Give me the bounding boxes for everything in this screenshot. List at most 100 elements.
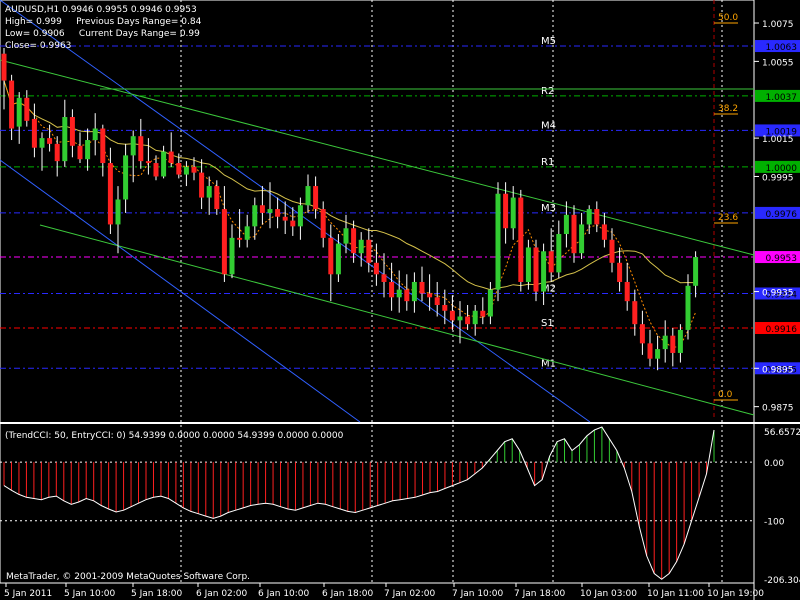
candle-body (533, 247, 539, 292)
candle-body (259, 205, 265, 213)
candle-body (449, 310, 455, 321)
candle-body (313, 186, 319, 210)
candle-body (252, 205, 258, 227)
price-tick-label: 0.9995 (762, 173, 794, 183)
chart-window: M5 1.0063 R2 1.0037 M4 1.0019 R1 1.0000 M3 0.9976… (0, 0, 800, 600)
candle-body (62, 117, 68, 162)
candle-body (206, 186, 212, 198)
pivot-label: S1 (541, 318, 554, 329)
candle-body (115, 199, 121, 225)
candle-body (647, 343, 653, 359)
time-tick-label: 5 Jan 10:00 (64, 589, 116, 599)
candle-body (107, 163, 113, 225)
candle-body (145, 161, 151, 164)
candle-body (335, 243, 341, 275)
candle-body (237, 237, 243, 240)
candle-body (579, 224, 585, 254)
candle-body (411, 281, 417, 302)
candle-body (685, 285, 691, 330)
cci-axis-label: -206.304 (764, 576, 800, 586)
candle-body (472, 310, 478, 325)
candle-body (9, 80, 15, 129)
candle-body (214, 186, 220, 210)
candle-body (503, 193, 509, 229)
candle-body (632, 301, 638, 325)
candle-body (434, 297, 440, 305)
price-tag: 0.9976 (766, 210, 798, 220)
time-tick-label: 7 Jan 18:00 (514, 589, 566, 599)
candle-body (297, 205, 303, 227)
candle-body (662, 335, 668, 350)
fibo-label: 23.6 (718, 213, 738, 223)
cci-header: (TrendCCI: 50, EntryCCI: 0) 54.9399 0.00… (5, 431, 344, 441)
candle-body (609, 239, 615, 263)
candle-body (442, 304, 448, 311)
candle-body (290, 220, 296, 227)
price-tick-label: 0.9895 (762, 365, 794, 375)
candle-body (39, 138, 45, 148)
candle-body (92, 128, 98, 141)
candle-body (183, 166, 189, 175)
time-tick-label: 10 Jan 11:00 (647, 589, 704, 599)
pivot-label: M4 (541, 120, 556, 131)
price-tick-label: 1.0015 (762, 135, 794, 145)
candle-body (373, 262, 379, 275)
candle-body (396, 289, 402, 298)
candle-body (548, 251, 554, 273)
candle-body (1, 53, 7, 81)
time-tick-label: 6 Jan 18:00 (322, 589, 374, 599)
grid (0, 0, 800, 600)
time-tick-label: 6 Jan 02:00 (196, 589, 248, 599)
copyright-text: MetaTrader, © 2001-2009 MetaQuotes Softw… (6, 572, 250, 582)
candle-body (320, 209, 326, 238)
info-line: Low= 0.9906 Current Days Range= 0.99 (5, 29, 200, 39)
candle-body (480, 310, 486, 317)
blue-trend-line (0, 0, 591, 423)
candle-body (487, 289, 493, 317)
candle-body (571, 214, 577, 254)
candle-body (670, 335, 676, 353)
candle-body (130, 136, 136, 156)
time-tick-label: 7 Jan 10:00 (452, 589, 504, 599)
time-tick-label: 10 Jan 19:00 (707, 589, 764, 599)
candle-body (16, 97, 22, 127)
candle-body (305, 186, 311, 206)
candle-body (617, 262, 623, 282)
time-tick-label: 7 Jan 02:00 (384, 589, 436, 599)
candle-body (275, 209, 281, 217)
candle-body (267, 209, 273, 213)
time-tick-label: 5 Jan 18:00 (131, 589, 183, 599)
candle-body (77, 145, 83, 160)
candle-body (191, 166, 197, 173)
candle-body (655, 349, 661, 359)
candle-body (541, 251, 547, 292)
price-tick-label: 1.0055 (762, 58, 794, 68)
candle-body (594, 209, 600, 225)
pivot-label: M5 (541, 36, 556, 47)
time-tick-label: 10 Jan 03:00 (580, 589, 637, 599)
info-line: High= 0.999 Previous Days Range= 0.84 (5, 17, 202, 27)
symbol-header: AUDUSD,H1 0.9946 0.9955 0.9946 0.9953 (5, 5, 197, 15)
candle-body (31, 118, 37, 148)
cci-axis-label: 0.00 (764, 459, 784, 469)
candle-body (123, 155, 129, 200)
candle-body (153, 163, 159, 177)
candle-body (639, 324, 645, 344)
candle-body (510, 197, 516, 229)
candle-body (221, 209, 227, 275)
candle-body (495, 193, 501, 290)
fibo-label: 38.2 (718, 104, 738, 114)
candle-body (693, 257, 699, 286)
cci-axis-label: -100 (764, 518, 785, 528)
candle-body (54, 143, 60, 162)
candle-body (351, 228, 357, 254)
candle-body (404, 289, 410, 302)
green-channel-line (39, 224, 755, 416)
candle-body (563, 214, 569, 235)
pivot-label: M3 (541, 203, 556, 214)
candle-body (343, 228, 349, 244)
fibo-label: 0.0 (718, 390, 733, 400)
candle-body (518, 197, 524, 282)
candle-body (624, 281, 630, 302)
chart-frame (0, 0, 755, 584)
